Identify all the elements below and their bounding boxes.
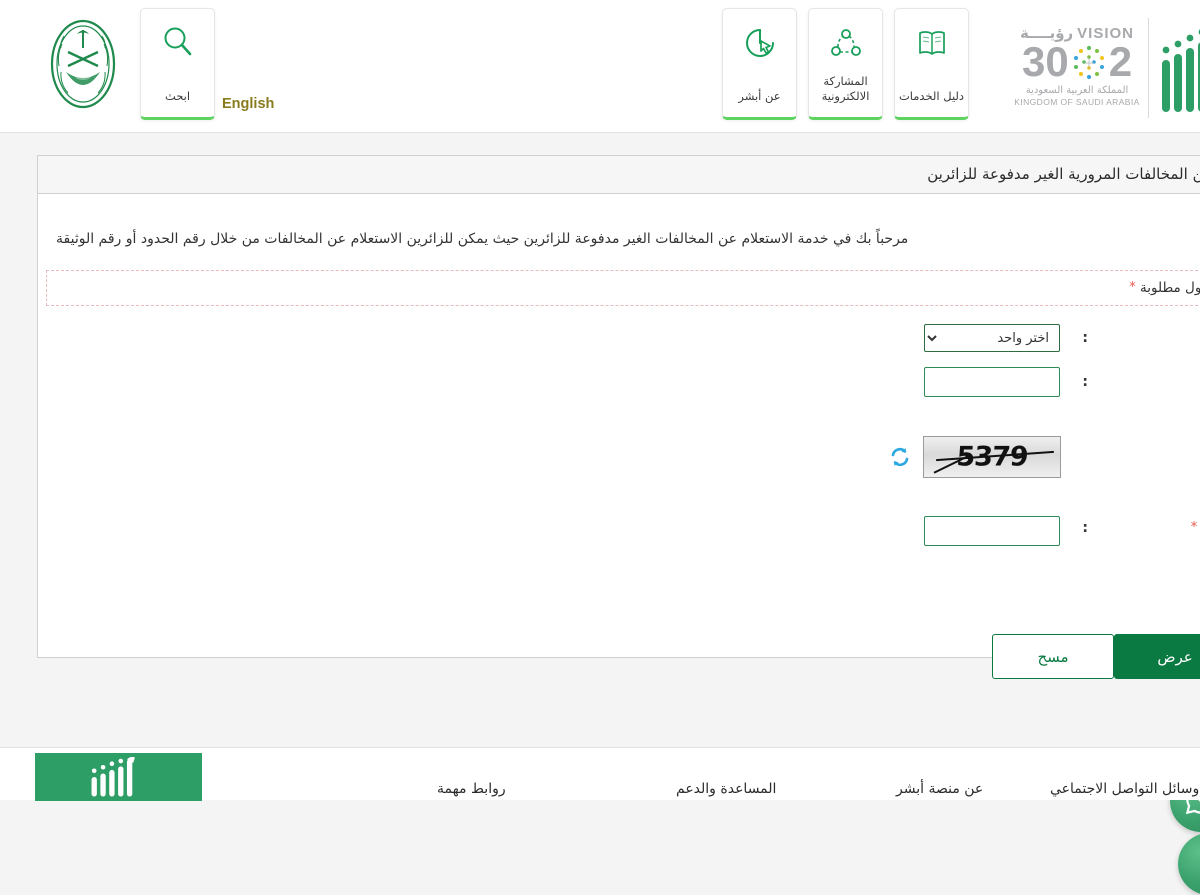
document-type-select[interactable]: اختر واحد xyxy=(924,324,1060,352)
visual-code-input[interactable] xyxy=(924,516,1060,546)
visual-code-field xyxy=(924,516,1060,546)
captcha-row: 5379 xyxy=(889,436,1061,478)
required-note-text: حقول مطلوبة xyxy=(1140,280,1200,296)
nav-card-about-absher[interactable]: عن أبشر xyxy=(722,8,797,120)
footer-link-about-absher[interactable]: عن منصة أبشر xyxy=(896,781,983,797)
form-row-visual-code: الرمز المرئي * : xyxy=(38,508,1200,552)
english-language-link[interactable]: English xyxy=(222,96,274,112)
search-icon xyxy=(161,25,195,59)
label-colon: : xyxy=(1082,520,1088,536)
moi-saudi-emblem-icon xyxy=(48,14,118,114)
nav-card-label: عن أبشر xyxy=(726,89,794,105)
chat-support-icon xyxy=(1192,845,1200,883)
vision-2030-logo: VISION رؤيــــة 2 xyxy=(1013,22,1141,114)
document-type-field: اختر واحد xyxy=(924,324,1060,352)
nav-card-e-participation[interactable]: المشاركة الالكترونية xyxy=(808,8,883,120)
inquiry-form: نوع الوثيقة * : اختر واحد رقم الوثيقة * xyxy=(38,316,1200,404)
panel-body: مرحباً بك في خدمة الاستعلام عن المخالفات… xyxy=(38,194,1200,657)
site-header: ابحث English دليل الخدمات xyxy=(0,0,1200,133)
submit-button[interactable]: عرض xyxy=(1114,634,1200,679)
form-row-document-type: نوع الوثيقة * : اختر واحد xyxy=(38,316,1200,360)
document-type-label: نوع الوثيقة * xyxy=(1074,330,1200,346)
search-label: ابحث xyxy=(165,89,190,103)
vision-burst-icon xyxy=(1070,43,1108,81)
nav-card-services-guide[interactable]: دليل الخدمات xyxy=(894,8,969,120)
footer-links: روابط مهمة المساعدة والدعم عن منصة أبشر … xyxy=(0,781,1200,801)
document-number-label: رقم الوثيقة * xyxy=(1074,374,1200,390)
header-divider xyxy=(1148,18,1149,118)
required-asterisk: * xyxy=(1129,280,1136,295)
refresh-icon[interactable] xyxy=(889,446,911,468)
search-button[interactable]: ابحث xyxy=(140,8,215,120)
vision-number-left: 2 xyxy=(1109,42,1132,82)
page-body: الاستعلام عن المخالفات المرورية الغير مد… xyxy=(0,133,1200,747)
form-actions: عرض مسح xyxy=(38,634,1200,679)
panel-header: الاستعلام عن المخالفات المرورية الغير مد… xyxy=(38,156,1200,194)
network-share-icon xyxy=(830,27,862,59)
captcha-image: 5379 xyxy=(923,436,1061,478)
page-title: الاستعلام عن المخالفات المرورية الغير مد… xyxy=(927,165,1200,183)
clear-button[interactable]: مسح xyxy=(992,634,1114,679)
form-row-document-number: رقم الوثيقة * : xyxy=(38,360,1200,404)
document-number-field xyxy=(924,367,1060,397)
service-panel: الاستعلام عن المخالفات المرورية الغير مد… xyxy=(37,155,1200,658)
cursor-pie-icon xyxy=(744,27,776,59)
vision-kingdom-en: KINGDOM OF SAUDI ARABIA xyxy=(1013,97,1141,108)
absher-logo-icon xyxy=(1158,14,1200,118)
chat-support-float-button[interactable] xyxy=(1178,833,1200,895)
document-number-input[interactable] xyxy=(924,367,1060,397)
required-fields-label: حقول مطلوبة * xyxy=(1129,280,1200,296)
book-guide-icon xyxy=(916,27,948,59)
nav-card-label: دليل الخدمات xyxy=(898,89,966,105)
vision-number-right: 30 xyxy=(1022,42,1069,82)
label-colon: : xyxy=(1082,374,1088,390)
footer-link-important-links[interactable]: روابط مهمة xyxy=(437,781,506,797)
intro-description: مرحباً بك في خدمة الاستعلام عن المخالفات… xyxy=(56,231,1200,247)
nav-card-label: المشاركة الالكترونية xyxy=(812,74,880,105)
required-fields-notice: حقول مطلوبة * xyxy=(46,270,1200,306)
footer-link-help-support[interactable]: المساعدة والدعم xyxy=(676,781,776,797)
header-nav-cards: دليل الخدمات المشاركة الالكترونية xyxy=(722,8,969,120)
site-footer: روابط مهمة المساعدة والدعم عن منصة أبشر … xyxy=(0,747,1200,800)
footer-link-social-media[interactable]: وسائل التواصل الاجتماعي xyxy=(1050,781,1199,797)
required-asterisk: * xyxy=(1191,520,1198,535)
vision-kingdom-ar: المملكة العربية السعودية xyxy=(1013,85,1141,97)
visual-code-label: الرمز المرئي * xyxy=(1074,520,1200,536)
label-colon: : xyxy=(1082,330,1088,346)
